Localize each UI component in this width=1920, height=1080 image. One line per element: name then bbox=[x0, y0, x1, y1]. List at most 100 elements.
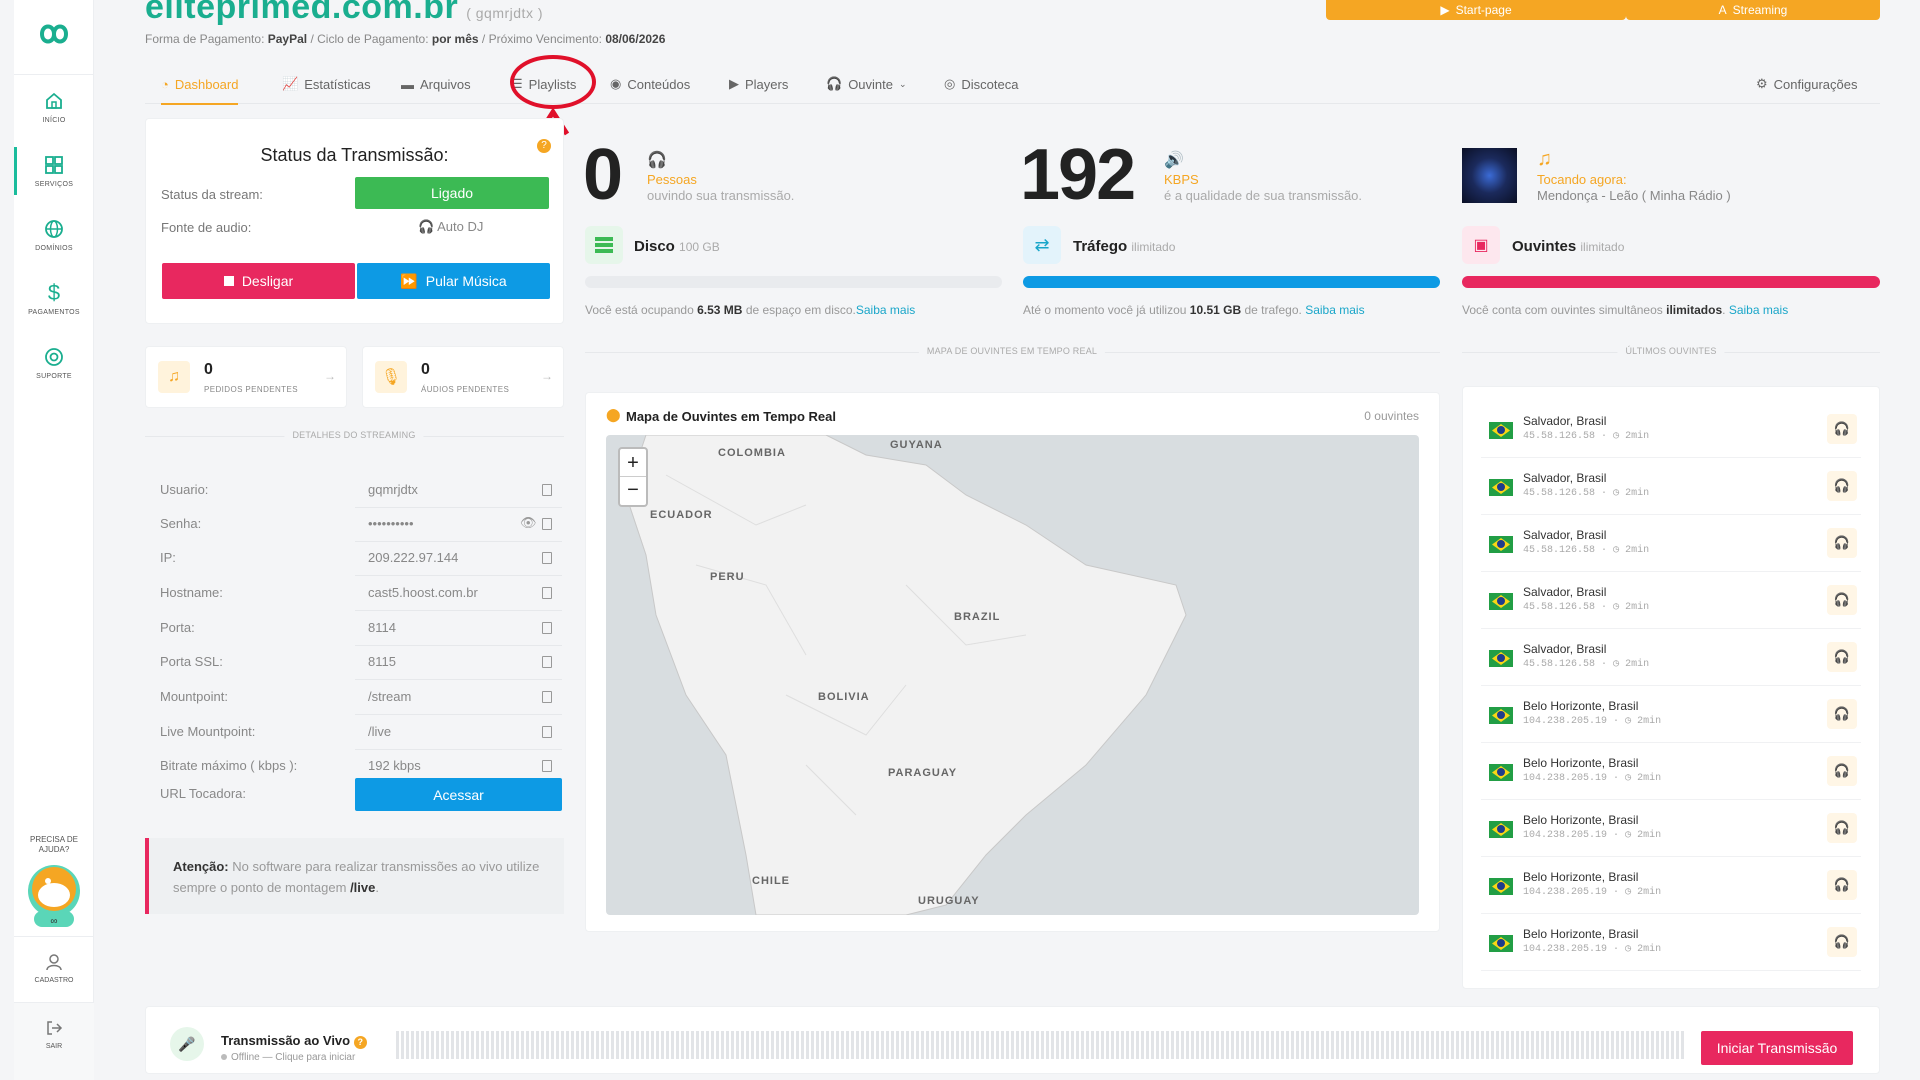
copy-icon[interactable] bbox=[542, 656, 552, 668]
sidebar-item-label: DOMÍNIOS bbox=[35, 244, 73, 252]
list-item: Belo Horizonte, Brasil 104.238.205.19 · ◷… bbox=[1481, 915, 1861, 971]
cycle-label: / Ciclo de Pagamento: bbox=[310, 32, 429, 46]
sidebar-item-inicio[interactable]: INÍCIO bbox=[14, 75, 94, 139]
listener-city: Belo Horizonte, Brasil bbox=[1523, 927, 1639, 941]
copy-icon[interactable] bbox=[542, 587, 552, 599]
sidebar-item-servicos[interactable]: SERVIÇOS bbox=[14, 139, 94, 203]
headphones-icon: 🎧 bbox=[1833, 649, 1851, 664]
sidebar-item-sair[interactable]: SAIR bbox=[14, 1002, 94, 1080]
clock-icon: ◷ bbox=[1613, 488, 1620, 499]
start-broadcast-button[interactable]: Iniciar Transmissão bbox=[1701, 1031, 1853, 1065]
listen-button[interactable]: 🎧 bbox=[1827, 585, 1857, 615]
zoom-out-button[interactable]: − bbox=[620, 477, 646, 505]
tab-discoteca[interactable]: ◎ Discoteca bbox=[944, 72, 1018, 96]
tab-ouvinte[interactable]: 🎧 Ouvinte ⌄ bbox=[826, 72, 907, 96]
zoom-control: + − bbox=[618, 447, 648, 507]
tab-players[interactable]: ▶ Players bbox=[729, 72, 788, 96]
disk-more-link[interactable]: Saiba mais bbox=[856, 303, 915, 317]
tab-arquivos[interactable]: ▬ Arquivos bbox=[401, 72, 471, 96]
pending-audios-count: 0 bbox=[421, 361, 430, 378]
stop-button[interactable]: Desligar bbox=[162, 263, 355, 299]
play-icon: ▶ bbox=[729, 76, 739, 91]
dollar-icon: $ bbox=[47, 279, 61, 305]
disc-icon: ◎ bbox=[944, 76, 956, 91]
listen-button[interactable]: 🎧 bbox=[1827, 927, 1857, 957]
traffic-sub: ilimitado bbox=[1131, 240, 1176, 254]
sidebar-item-pagamentos[interactable]: $ PAGAMENTOS bbox=[14, 267, 94, 331]
listener-map[interactable]: COLOMBIA GUYANA ECUADOR PERU BRAZIL BOLI… bbox=[606, 435, 1419, 915]
help-badge-icon[interactable]: ? bbox=[537, 139, 551, 153]
eye-icon[interactable]: 👁 bbox=[520, 515, 537, 531]
copy-icon[interactable] bbox=[542, 726, 552, 738]
listener-city: Salvador, Brasil bbox=[1523, 414, 1607, 428]
headphones-icon: 🎧 bbox=[1833, 763, 1851, 778]
cycle-value: por mês bbox=[431, 32, 479, 46]
listener-city: Salvador, Brasil bbox=[1523, 585, 1607, 599]
list-item: Salvador, Brasil 45.58.126.58 · ◷ 2min 🎧 bbox=[1481, 630, 1861, 686]
headphones-icon: 🎧 bbox=[647, 152, 667, 169]
bitrate-label: KBPS bbox=[1164, 172, 1199, 187]
help-badge-icon[interactable]: ? bbox=[353, 1036, 367, 1049]
grid-icon bbox=[45, 155, 63, 174]
listen-button[interactable]: 🎧 bbox=[1827, 870, 1857, 900]
payment-value: PayPal bbox=[267, 32, 308, 46]
sidebar-item-cadastro[interactable]: CADASTRO bbox=[14, 936, 94, 984]
details-section-title: DETALHES DO STREAMING bbox=[284, 430, 424, 440]
brazil-flag-icon bbox=[1489, 593, 1513, 610]
listen-button[interactable]: 🎧 bbox=[1827, 528, 1857, 558]
map-card: ⬤ Mapa de Ouvintes em Tempo Real 0 ouvin… bbox=[585, 392, 1440, 932]
sidebar-item-label: SUPORTE bbox=[36, 372, 72, 380]
tab-conteudos[interactable]: ◉ Conteúdos bbox=[610, 72, 690, 96]
copy-icon[interactable] bbox=[542, 484, 552, 496]
start-page-label: Start-page bbox=[1455, 3, 1512, 17]
brand-logo[interactable] bbox=[30, 20, 78, 53]
listeners-more-link[interactable]: Saiba mais bbox=[1729, 303, 1788, 317]
listen-button[interactable]: 🎧 bbox=[1827, 642, 1857, 672]
access-player-button[interactable]: Acessar bbox=[355, 778, 562, 811]
traffic-more-link[interactable]: Saiba mais bbox=[1305, 303, 1364, 317]
listen-button[interactable]: 🎧 bbox=[1827, 756, 1857, 786]
listeners-value: ilimitados bbox=[1666, 303, 1723, 317]
clock-icon: ◷ bbox=[1625, 773, 1632, 784]
tab-estatisticas[interactable]: 📈 Estatísticas bbox=[282, 72, 371, 96]
streaming-button[interactable]: A Streaming bbox=[1626, 0, 1880, 20]
map-label-ecuador: ECUADOR bbox=[650, 509, 713, 521]
tab-dashboard[interactable]: ◔ Dashboard bbox=[161, 72, 239, 105]
help-widget[interactable]: PRECISA DE AJUDA? ∞ bbox=[14, 835, 94, 936]
copy-icon[interactable] bbox=[542, 760, 552, 772]
listener-time: 2min bbox=[1637, 773, 1662, 784]
listen-button[interactable]: 🎧 bbox=[1827, 414, 1857, 444]
listener-ip: 104.238.205.19 bbox=[1523, 830, 1608, 841]
listeners-progress-fill bbox=[1462, 276, 1880, 288]
detail-label: Porta: bbox=[160, 620, 195, 635]
music-note-icon: ♫ bbox=[1537, 148, 1552, 170]
fast-forward-icon: ⏩ bbox=[400, 272, 418, 289]
sidebar-item-suporte[interactable]: SUPORTE bbox=[14, 331, 94, 395]
clock-icon: ◷ bbox=[1613, 431, 1620, 442]
sidebar-item-dominios[interactable]: DOMÍNIOS bbox=[14, 203, 94, 267]
start-page-button[interactable]: ▶ Start-page bbox=[1326, 0, 1626, 20]
listen-button[interactable]: 🎧 bbox=[1827, 699, 1857, 729]
headphones-icon: 🎧 bbox=[1833, 706, 1851, 721]
zoom-in-button[interactable]: + bbox=[620, 449, 646, 477]
listener-meta: 104.238.205.19 · ◷ 2min bbox=[1523, 830, 1662, 841]
tab-configuracoes[interactable]: ⚙ Configurações bbox=[1756, 72, 1857, 96]
clock-icon: ◷ bbox=[1613, 659, 1620, 670]
help-text-2: AJUDA? bbox=[38, 845, 70, 854]
live-status-text: Offline — Clique para iniciar bbox=[231, 1052, 356, 1063]
detail-value: /live bbox=[368, 724, 392, 739]
listen-button[interactable]: 🎧 bbox=[1827, 471, 1857, 501]
copy-icon[interactable] bbox=[542, 691, 552, 703]
detail-label: Mountpoint: bbox=[160, 689, 228, 704]
map-label-peru: PERU bbox=[710, 571, 745, 583]
copy-icon[interactable] bbox=[542, 552, 552, 564]
skip-track-button[interactable]: ⏩ Pular Música bbox=[357, 263, 550, 299]
pending-requests-card[interactable]: ♫ 0 PEDIDOS PENDENTES → bbox=[145, 346, 347, 408]
copy-icon[interactable] bbox=[542, 518, 552, 530]
listen-button[interactable]: 🎧 bbox=[1827, 813, 1857, 843]
copy-icon[interactable] bbox=[542, 622, 552, 634]
volume-icon: 🔊 bbox=[1164, 152, 1184, 169]
pending-audios-card[interactable]: 🎙 0 ÁUDIOS PENDENTES → bbox=[362, 346, 564, 408]
clock-icon: ◷ bbox=[1625, 830, 1632, 841]
listener-ip: 45.58.126.58 bbox=[1523, 659, 1596, 670]
